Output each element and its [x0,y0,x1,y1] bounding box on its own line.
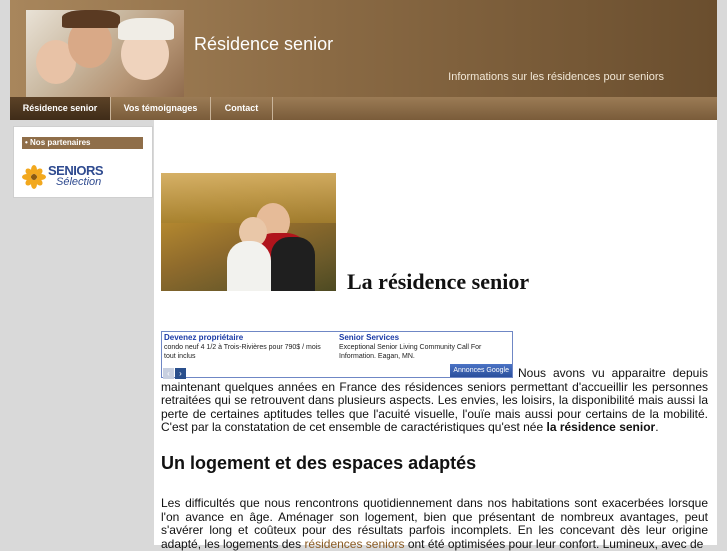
residences-seniors-link[interactable]: résidences seniors [304,537,404,551]
intro-paragraph: Nous avons vu apparaitre depuis maintena… [161,366,708,435]
header-family-photo [26,10,184,97]
nav-item-contact[interactable]: Contact [211,97,273,120]
site-header: Résidence senior Informations sur les ré… [10,0,717,97]
ad-title[interactable]: Devenez propriétaire [164,333,334,342]
nav-item-temoignages[interactable]: Vos témoignages [111,97,211,120]
section-heading: Un logement et des espaces adaptés [161,453,477,473]
sidebar-heading: • Nos partenaires [22,137,143,149]
sidebar-partners: • Nos partenaires SENIORS Sélection [13,126,153,198]
section-paragraph: Les difficultés que nous rencontrons quo… [161,496,708,551]
nav-item-residence-senior[interactable]: Résidence senior [10,97,111,120]
senior-couple-photo [161,173,336,291]
ad-item[interactable]: Senior Services Exceptional Senior Livin… [339,333,509,361]
site-tagline: Informations sur les résidences pour sen… [448,71,664,83]
ad-text: Exceptional Senior Living Community Call… [339,344,482,360]
seniors-selection-logo[interactable]: SENIORS Sélection [22,163,122,191]
main-content: La résidence senior Devenez propriétaire… [154,120,717,551]
ad-text: condo neuf 4 1/2 à Trois-Rivières pour 7… [164,344,321,360]
intro-bold-text: la résidence senior [546,420,656,435]
partner-logo-line2: Sélection [56,176,102,188]
ad-title[interactable]: Senior Services [339,333,509,342]
section-text-end: ont été optimisées pour leur confort. Lu… [404,536,704,551]
main-nav: Résidence senior Vos témoignages Contact [10,97,717,120]
page-title: La résidence senior [347,269,530,294]
flower-icon [22,165,46,189]
intro-end: . [655,420,659,435]
ad-item[interactable]: Devenez propriétaire condo neuf 4 1/2 à … [164,333,334,361]
site-title[interactable]: Résidence senior [194,34,333,55]
